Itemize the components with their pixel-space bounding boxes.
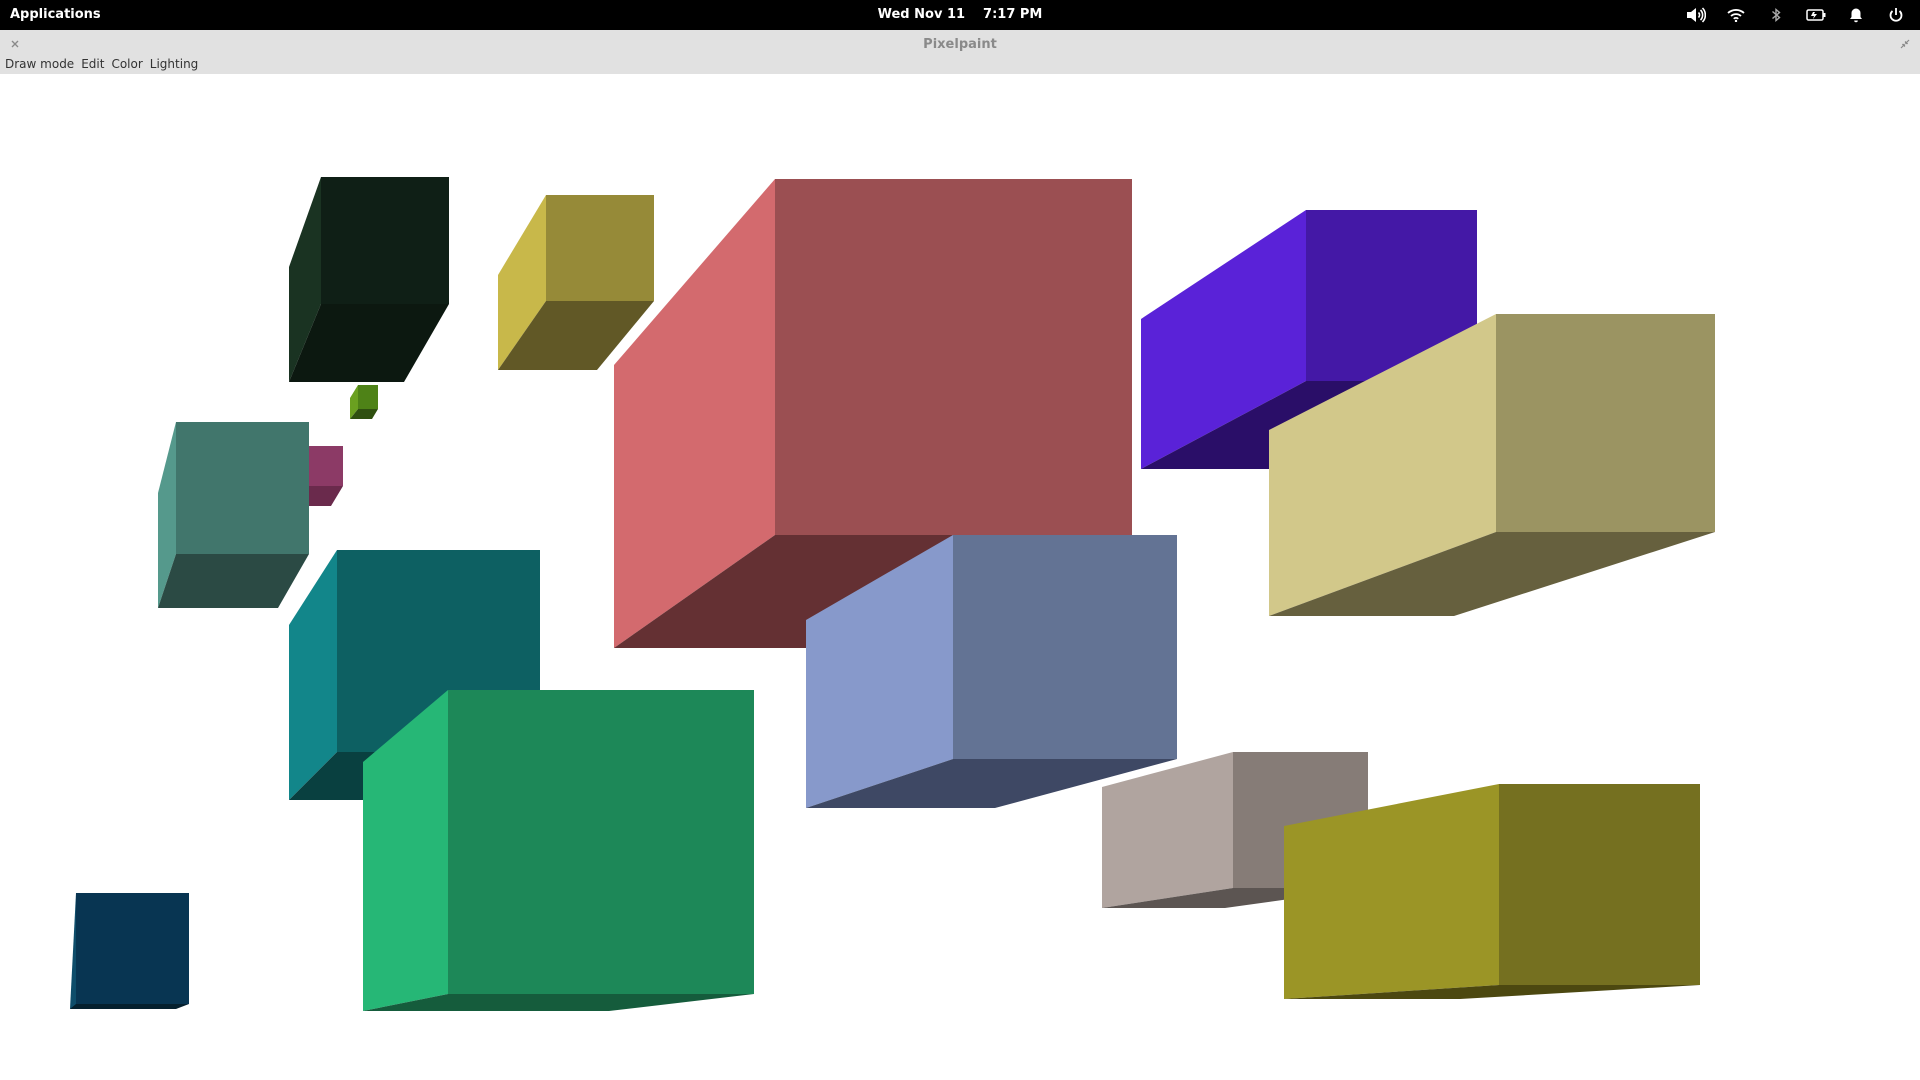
cube-slate-teal[interactable]: [158, 422, 309, 608]
clock-date[interactable]: Wed Nov 11: [878, 7, 965, 22]
restore-window-icon[interactable]: [1898, 37, 1912, 51]
cube-periwinkle-front-face: [953, 535, 1177, 759]
cube-emerald[interactable]: [363, 690, 754, 1011]
window-titlebar: Pixelpaint: [0, 30, 1920, 60]
cube-olive[interactable]: [1284, 784, 1700, 999]
cube-rose-front-face: [775, 179, 1132, 535]
cube-small-blue-green-side-face: [70, 893, 76, 1009]
notification-bell-icon[interactable]: [1836, 0, 1876, 30]
close-icon[interactable]: [8, 37, 22, 51]
bluetooth-icon[interactable]: [1756, 0, 1796, 30]
clock-time[interactable]: 7:17 PM: [983, 7, 1042, 22]
cube-scene: [70, 177, 1715, 1011]
cube-emerald-front-face: [448, 690, 754, 994]
cube-tiny-magenta-bottom-face: [305, 486, 343, 506]
cube-slate-teal-front-face: [176, 422, 309, 554]
drawing-canvas[interactable]: [0, 74, 1920, 1080]
cube-khaki-front-face: [1496, 314, 1715, 532]
menu-color[interactable]: Color: [106, 58, 142, 70]
battery-icon[interactable]: [1796, 0, 1836, 30]
clock: Wed Nov 11 7:17 PM: [0, 0, 1920, 30]
wifi-icon[interactable]: [1716, 0, 1756, 30]
menu-edit[interactable]: Edit: [76, 58, 104, 70]
cube-olive-yellow-front-face: [546, 195, 654, 301]
top-panel: Applications Wed Nov 11 7:17 PM: [0, 0, 1920, 30]
cube-olive-front-face: [1499, 784, 1700, 985]
window-title: Pixelpaint: [923, 37, 997, 52]
applications-menu[interactable]: Applications: [10, 0, 101, 30]
cube-tiny-magenta-front-face: [309, 446, 343, 486]
menu-bar: Draw mode Edit Color Lighting: [0, 58, 1920, 74]
cube-small-blue-green-bottom-face: [70, 1004, 189, 1009]
menu-lighting[interactable]: Lighting: [145, 58, 199, 70]
cube-tiny-magenta[interactable]: [305, 446, 343, 506]
cube-dark-green-front-face: [321, 177, 449, 304]
system-tray: [1676, 0, 1916, 30]
menu-draw-mode[interactable]: Draw mode: [0, 58, 74, 70]
power-icon[interactable]: [1876, 0, 1916, 30]
cube-slate-teal-bottom-face: [158, 554, 309, 608]
cube-olive-yellow[interactable]: [498, 195, 654, 370]
cube-small-blue-green-front-face: [76, 893, 189, 1004]
cube-tiny-green-front-face: [358, 385, 378, 409]
cube-small-blue-green[interactable]: [70, 893, 189, 1009]
cube-dark-green[interactable]: [289, 177, 449, 382]
cube-tiny-green[interactable]: [350, 385, 378, 419]
cube-taupe-side-face: [1102, 752, 1233, 908]
volume-icon[interactable]: [1676, 0, 1716, 30]
